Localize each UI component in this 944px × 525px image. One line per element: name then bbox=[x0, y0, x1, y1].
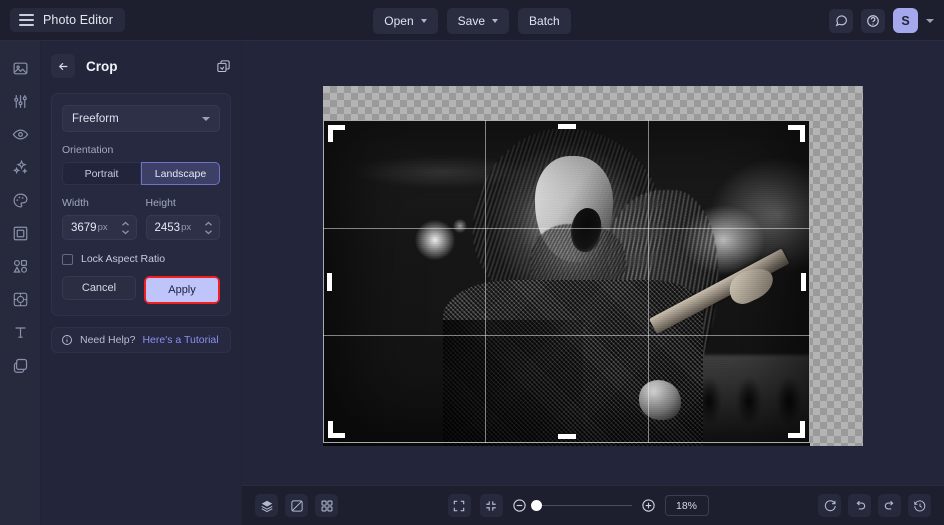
chevron-down-icon[interactable] bbox=[420, 19, 427, 23]
sidebar-item-layers[interactable] bbox=[5, 349, 35, 381]
save-button[interactable]: Save bbox=[446, 7, 510, 34]
aspect-ratio-select[interactable]: Freeform bbox=[62, 105, 220, 132]
lock-aspect-ratio-label: Lock Aspect Ratio bbox=[81, 253, 166, 265]
zoom-slider-handle[interactable] bbox=[530, 500, 542, 512]
grid-view-icon[interactable] bbox=[315, 494, 338, 517]
crop-handle-right-center[interactable] bbox=[801, 272, 806, 291]
crop-handle-left-center[interactable] bbox=[327, 272, 332, 291]
brand-menu-button[interactable]: Photo Editor bbox=[10, 8, 125, 32]
apply-button-highlight: Apply bbox=[144, 276, 220, 304]
zoom-slider[interactable] bbox=[530, 500, 632, 512]
crop-gridline bbox=[647, 120, 649, 443]
lock-aspect-ratio-checkbox[interactable] bbox=[62, 253, 73, 265]
help-icon[interactable] bbox=[861, 8, 885, 33]
cancel-button[interactable]: Cancel bbox=[62, 276, 136, 300]
top-center-actions: Open Save Batch bbox=[0, 0, 944, 41]
height-unit: px bbox=[181, 222, 192, 233]
batch-button[interactable]: Batch bbox=[518, 7, 571, 34]
crop-gridline bbox=[485, 120, 487, 443]
zoom-out-icon[interactable] bbox=[512, 498, 527, 513]
lock-aspect-ratio-row[interactable]: Lock Aspect Ratio bbox=[62, 253, 220, 265]
fit-screen-icon[interactable] bbox=[447, 494, 471, 517]
redo-icon[interactable] bbox=[878, 494, 901, 517]
sidebar-item-crop-overlay[interactable] bbox=[5, 283, 35, 315]
height-label: Height bbox=[145, 197, 176, 209]
rotate-icon[interactable] bbox=[818, 494, 841, 517]
sidebar-item-effects[interactable] bbox=[5, 151, 35, 183]
height-value: 2453 bbox=[154, 221, 181, 234]
crop-selection[interactable] bbox=[323, 120, 810, 443]
sidebar-item-shapes[interactable] bbox=[5, 250, 35, 282]
orientation-toggle: Portrait Landscape bbox=[62, 162, 220, 185]
top-bar: Photo Editor Open Save Batch S bbox=[0, 0, 944, 41]
apply-button[interactable]: Apply bbox=[146, 278, 218, 302]
page-title: Crop bbox=[86, 58, 118, 74]
open-button[interactable]: Open bbox=[373, 7, 438, 34]
chevron-down-icon[interactable] bbox=[202, 116, 210, 121]
width-unit: px bbox=[97, 222, 108, 233]
bottom-left-tools bbox=[255, 494, 338, 517]
zoom-level[interactable]: 18% bbox=[664, 495, 709, 516]
panel-actions: Cancel Apply bbox=[62, 276, 220, 304]
crop-handle-bottom-left[interactable] bbox=[328, 421, 333, 438]
zoom-in-icon[interactable] bbox=[641, 498, 656, 513]
open-label: Open bbox=[384, 13, 414, 28]
sidebar-item-palette[interactable] bbox=[5, 184, 35, 216]
tutorial-link[interactable]: Here's a Tutorial bbox=[142, 334, 218, 346]
compare-icon[interactable] bbox=[285, 494, 308, 517]
sidebar-item-eye[interactable] bbox=[5, 118, 35, 150]
undo-icon[interactable] bbox=[848, 494, 871, 517]
save-label: Save bbox=[457, 13, 486, 28]
width-value: 3679 bbox=[71, 221, 97, 234]
top-right-actions: S bbox=[829, 0, 934, 41]
panel-header: Crop bbox=[51, 51, 231, 81]
help-banner[interactable]: Need Help? Here's a Tutorial bbox=[51, 327, 231, 353]
aspect-ratio-value: Freeform bbox=[72, 112, 119, 125]
feedback-icon[interactable] bbox=[829, 8, 853, 33]
orientation-portrait-button[interactable]: Portrait bbox=[62, 162, 141, 185]
avatar[interactable]: S bbox=[893, 8, 918, 33]
sidebar-item-frame[interactable] bbox=[5, 217, 35, 249]
height-stepper[interactable] bbox=[204, 221, 213, 235]
help-text: Need Help? bbox=[80, 334, 136, 346]
crop-gridline bbox=[323, 227, 810, 229]
duplicate-icon[interactable] bbox=[216, 59, 231, 74]
width-label: Width bbox=[62, 197, 89, 209]
orientation-label: Orientation bbox=[62, 144, 114, 156]
crop-handle-bottom-center[interactable] bbox=[557, 434, 576, 439]
sidebar-item-text[interactable] bbox=[5, 316, 35, 348]
crop-handle-top-right[interactable] bbox=[800, 125, 805, 142]
layers-stack-icon[interactable] bbox=[255, 494, 278, 517]
width-stepper[interactable] bbox=[121, 221, 130, 235]
chevron-down-icon[interactable] bbox=[926, 18, 934, 23]
zoom-controls: 18% bbox=[447, 494, 709, 517]
batch-label: Batch bbox=[529, 13, 560, 28]
arrow-left-icon[interactable] bbox=[51, 54, 75, 78]
photo-editor-app: Photo Editor Open Save Batch S Crop Free… bbox=[0, 0, 944, 525]
crop-settings-card: Freeform Orientation Portrait Landscape … bbox=[51, 93, 231, 316]
crop-handle-bottom-right[interactable] bbox=[800, 421, 805, 438]
canvas-area[interactable] bbox=[242, 41, 944, 485]
info-icon bbox=[61, 334, 73, 346]
crop-gridline bbox=[323, 335, 810, 337]
image-stage[interactable] bbox=[323, 86, 863, 446]
tool-rail bbox=[0, 41, 41, 525]
sidebar-item-adjust[interactable] bbox=[5, 85, 35, 117]
history-icon[interactable] bbox=[908, 494, 931, 517]
sidebar-item-image[interactable] bbox=[5, 52, 35, 84]
height-input[interactable]: 2453 px bbox=[145, 215, 220, 240]
bottom-right-tools bbox=[818, 494, 931, 517]
crop-handle-top-left[interactable] bbox=[328, 125, 333, 142]
crop-panel: Crop Freeform Orientation Portrait Lands… bbox=[41, 41, 242, 525]
chevron-down-icon[interactable] bbox=[492, 19, 499, 23]
app-title: Photo Editor bbox=[43, 13, 113, 27]
bottom-bar: 18% bbox=[242, 485, 944, 525]
hamburger-icon[interactable] bbox=[19, 14, 34, 26]
actual-size-icon[interactable] bbox=[479, 494, 503, 517]
width-input[interactable]: 3679 px bbox=[62, 215, 137, 240]
orientation-landscape-button[interactable]: Landscape bbox=[141, 162, 220, 185]
crop-handle-top-center[interactable] bbox=[557, 124, 576, 129]
